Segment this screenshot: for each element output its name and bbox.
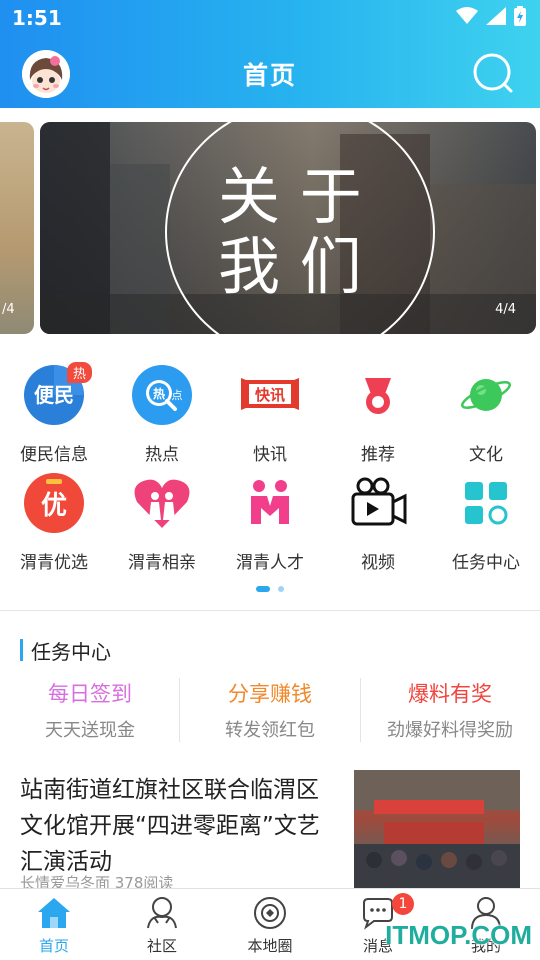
news-flash-icon-text: 快讯 <box>255 386 285 404</box>
task-daily-checkin[interactable]: 每日签到 天天送现金 <box>0 678 180 744</box>
section-title: 任务中心 <box>31 639 111 664</box>
grid-item-label: 渭青相亲 <box>128 553 196 573</box>
page-dot <box>278 586 284 592</box>
banner-text-line1: 关 于 <box>218 160 362 233</box>
tab-community[interactable]: 社区 <box>108 889 216 960</box>
grid-item-hotspot[interactable]: 热 点 热点 <box>108 360 216 465</box>
news-title[interactable]: 站南街道红旗社区联合临渭区文化馆开展“四进零距离”文艺汇演活动 <box>20 772 340 880</box>
battery-icon <box>514 6 526 26</box>
bianmin-icon-text: 便民 <box>34 383 74 407</box>
news-photo <box>354 770 520 890</box>
svg-text:热: 热 <box>153 386 165 401</box>
message-badge: 1 <box>392 893 414 915</box>
grid-item-talent[interactable]: 渭青人才 <box>216 468 324 573</box>
task-report-reward[interactable]: 爆料有奖 劲爆好料得奖励 <box>360 678 540 744</box>
divider <box>0 610 540 611</box>
tab-label: 社区 <box>146 937 177 955</box>
task-subtitle: 转发领红包 <box>225 720 315 741</box>
grid-item-label: 渭青人才 <box>236 553 304 573</box>
banner-counter: 4/4 <box>495 302 516 317</box>
grid-item-label: 快讯 <box>253 445 287 465</box>
video-camera-icon <box>351 477 407 526</box>
news-thumbnail[interactable] <box>354 770 520 890</box>
grid-item-video[interactable]: 视频 <box>324 468 432 573</box>
tab-local-circle[interactable]: 本地圈 <box>216 889 324 960</box>
grid-item-task-center[interactable]: 任务中心 <box>432 468 540 573</box>
grid-item-label: 文化 <box>469 445 503 465</box>
grid-item-dating[interactable]: 渭青相亲 <box>108 468 216 573</box>
grid-item-youxuan[interactable]: 优 渭青优选 <box>0 468 108 573</box>
dating-heart-icon <box>134 479 190 528</box>
community-icon <box>147 897 177 929</box>
signal-icon <box>486 7 506 25</box>
task-title: 爆料有奖 <box>408 682 492 706</box>
grid-page-indicator <box>0 586 540 592</box>
local-circle-icon <box>254 897 286 929</box>
status-icons <box>456 6 526 26</box>
task-center-header: 任务中心 <box>20 638 111 664</box>
grid-item-bianmin[interactable]: 便民 热 便民信息 <box>0 360 108 465</box>
recommend-medal-icon <box>365 378 391 414</box>
svg-text:点: 点 <box>172 389 183 402</box>
grid-item-recommend[interactable]: 推荐 <box>324 360 432 465</box>
banner-main-slide[interactable]: 关 于 我 们 4/4 <box>40 122 536 334</box>
hotspot-icon: 热 点 <box>132 365 192 425</box>
grid-item-newsflash[interactable]: 快讯 快讯 <box>216 360 324 465</box>
grid-item-label: 视频 <box>361 553 395 573</box>
page-dot-active <box>256 586 270 592</box>
talent-icon <box>251 480 289 524</box>
status-time: 1:51 <box>12 6 62 30</box>
tab-label: 本地圈 <box>247 937 293 955</box>
hot-badge: 热 <box>67 362 93 383</box>
watermark: ITMOP.COM <box>385 920 532 950</box>
tab-label: 首页 <box>38 937 69 955</box>
app-header: 1:51 首页 <box>0 0 540 108</box>
grid-item-culture[interactable]: 文化 <box>432 360 540 465</box>
grid-item-label: 推荐 <box>361 445 395 465</box>
grid-item-label: 任务中心 <box>452 553 520 573</box>
task-subtitle: 劲爆好料得奖励 <box>387 720 513 741</box>
task-share-earn[interactable]: 分享赚钱 转发领红包 <box>180 678 360 744</box>
task-subtitle: 天天送现金 <box>45 720 135 741</box>
grid-item-label: 便民信息 <box>20 445 88 465</box>
youxuan-icon: 优 <box>24 473 84 533</box>
banner-prev-slide[interactable]: /4 <box>0 122 34 334</box>
news-flash-icon: 快讯 <box>241 378 299 410</box>
grid-item-label: 热点 <box>145 445 179 465</box>
banner-text-line2: 我 们 <box>218 230 362 303</box>
wifi-icon <box>456 7 478 24</box>
home-icon <box>38 898 70 928</box>
youxuan-icon-text: 优 <box>41 491 67 521</box>
section-accent-bar <box>20 639 23 661</box>
culture-planet-icon <box>461 379 511 411</box>
task-center-icon <box>465 482 508 525</box>
search-button[interactable] <box>472 52 514 94</box>
search-icon <box>473 53 513 93</box>
page-title: 首页 <box>242 61 297 90</box>
grid-item-label: 渭青优选 <box>20 553 88 573</box>
task-title: 分享赚钱 <box>228 682 312 706</box>
tab-home[interactable]: 首页 <box>0 889 108 960</box>
task-title: 每日签到 <box>48 682 132 706</box>
banner-prev-counter: /4 <box>2 302 15 317</box>
